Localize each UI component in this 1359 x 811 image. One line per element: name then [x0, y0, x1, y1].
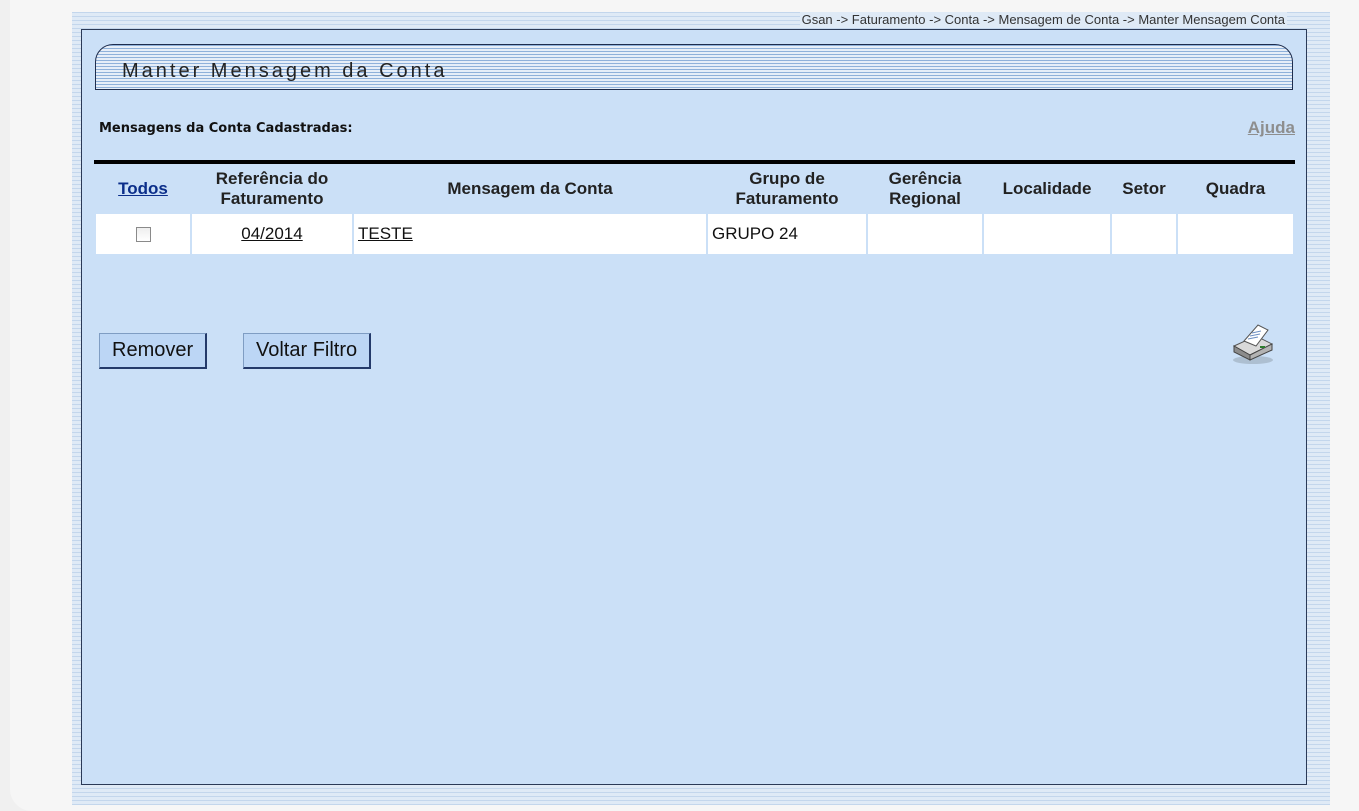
table-row: 04/2014 TESTE GRUPO 24	[96, 214, 1293, 254]
page-frame: Gsan -> Faturamento -> Conta -> Mensagem…	[10, 0, 1359, 811]
voltar-filtro-button[interactable]: Voltar Filtro	[243, 333, 372, 369]
header-setor: Setor	[1122, 179, 1166, 198]
mensagem-cell: TESTE	[354, 214, 706, 254]
localidade-cell	[984, 214, 1110, 254]
quadra-cell	[1178, 214, 1293, 254]
header-grupo: Grupo de Faturamento	[735, 169, 839, 208]
row-checkbox[interactable]	[135, 227, 151, 243]
header-mensagem: Mensagem da Conta	[447, 179, 613, 198]
messages-table: Todos Referência do Faturamento Mensagem…	[94, 164, 1295, 256]
grupo-cell: GRUPO 24	[708, 214, 866, 254]
remover-button[interactable]: Remover	[99, 333, 208, 369]
header-referencia: Referência do Faturamento	[215, 169, 329, 208]
title-bar: Manter Mensagem da Conta	[95, 44, 1293, 90]
section-label: Mensagens da Conta Cadastradas:	[99, 121, 353, 136]
row-select-cell	[96, 214, 190, 254]
header-localidade: Localidade	[1002, 179, 1092, 198]
gerencia-cell	[868, 214, 982, 254]
printer-icon[interactable]	[1228, 322, 1278, 366]
header-quadra: Quadra	[1205, 179, 1266, 198]
referencia-link[interactable]: 04/2014	[241, 224, 302, 243]
select-all-link[interactable]: Todos	[96, 166, 190, 212]
page-title: Manter Mensagem da Conta	[122, 60, 448, 82]
table-header-row: Todos Referência do Faturamento Mensagem…	[96, 166, 1293, 212]
header-gerencia: Gerência Regional	[888, 169, 962, 208]
main-panel: Manter Mensagem da Conta Mensagens da Co…	[81, 29, 1307, 785]
referencia-cell: 04/2014	[192, 214, 352, 254]
messages-table-container: Todos Referência do Faturamento Mensagem…	[94, 160, 1295, 256]
setor-cell	[1112, 214, 1176, 254]
breadcrumb: Gsan -> Faturamento -> Conta -> Mensagem…	[799, 12, 1287, 28]
mensagem-link[interactable]: TESTE	[358, 224, 413, 243]
help-link[interactable]: Ajuda	[1248, 118, 1295, 138]
